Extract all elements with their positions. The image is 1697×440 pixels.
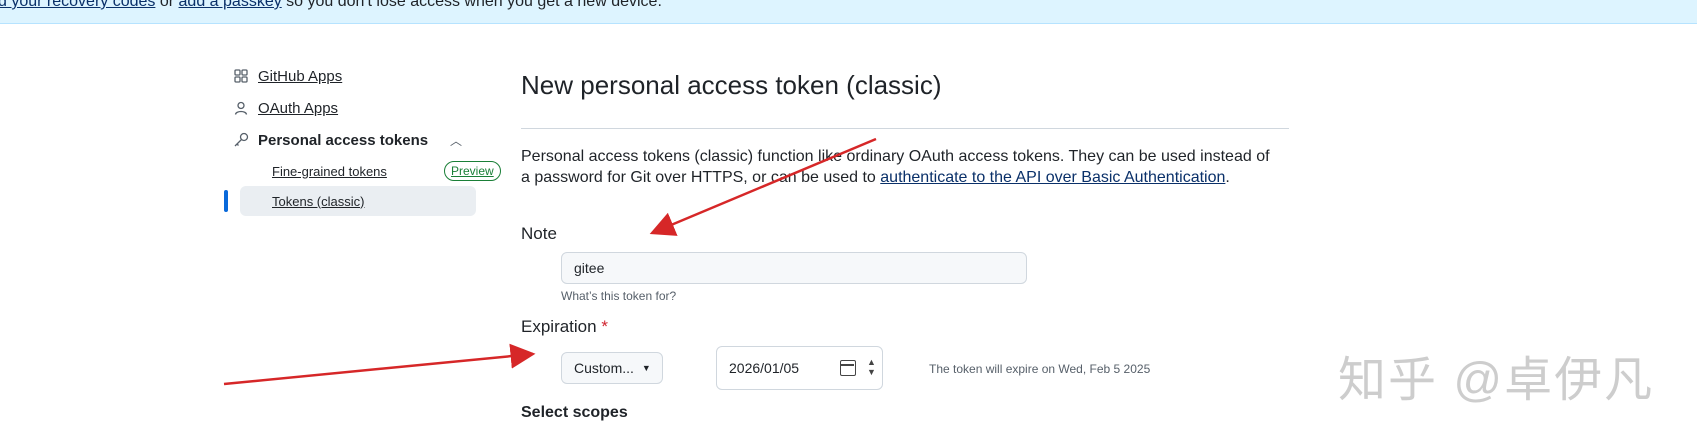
- annotation-arrows: [223, 137, 877, 386]
- annotation-arrow-expiration: [223, 343, 536, 386]
- annotation-arrow-note: [649, 137, 877, 236]
